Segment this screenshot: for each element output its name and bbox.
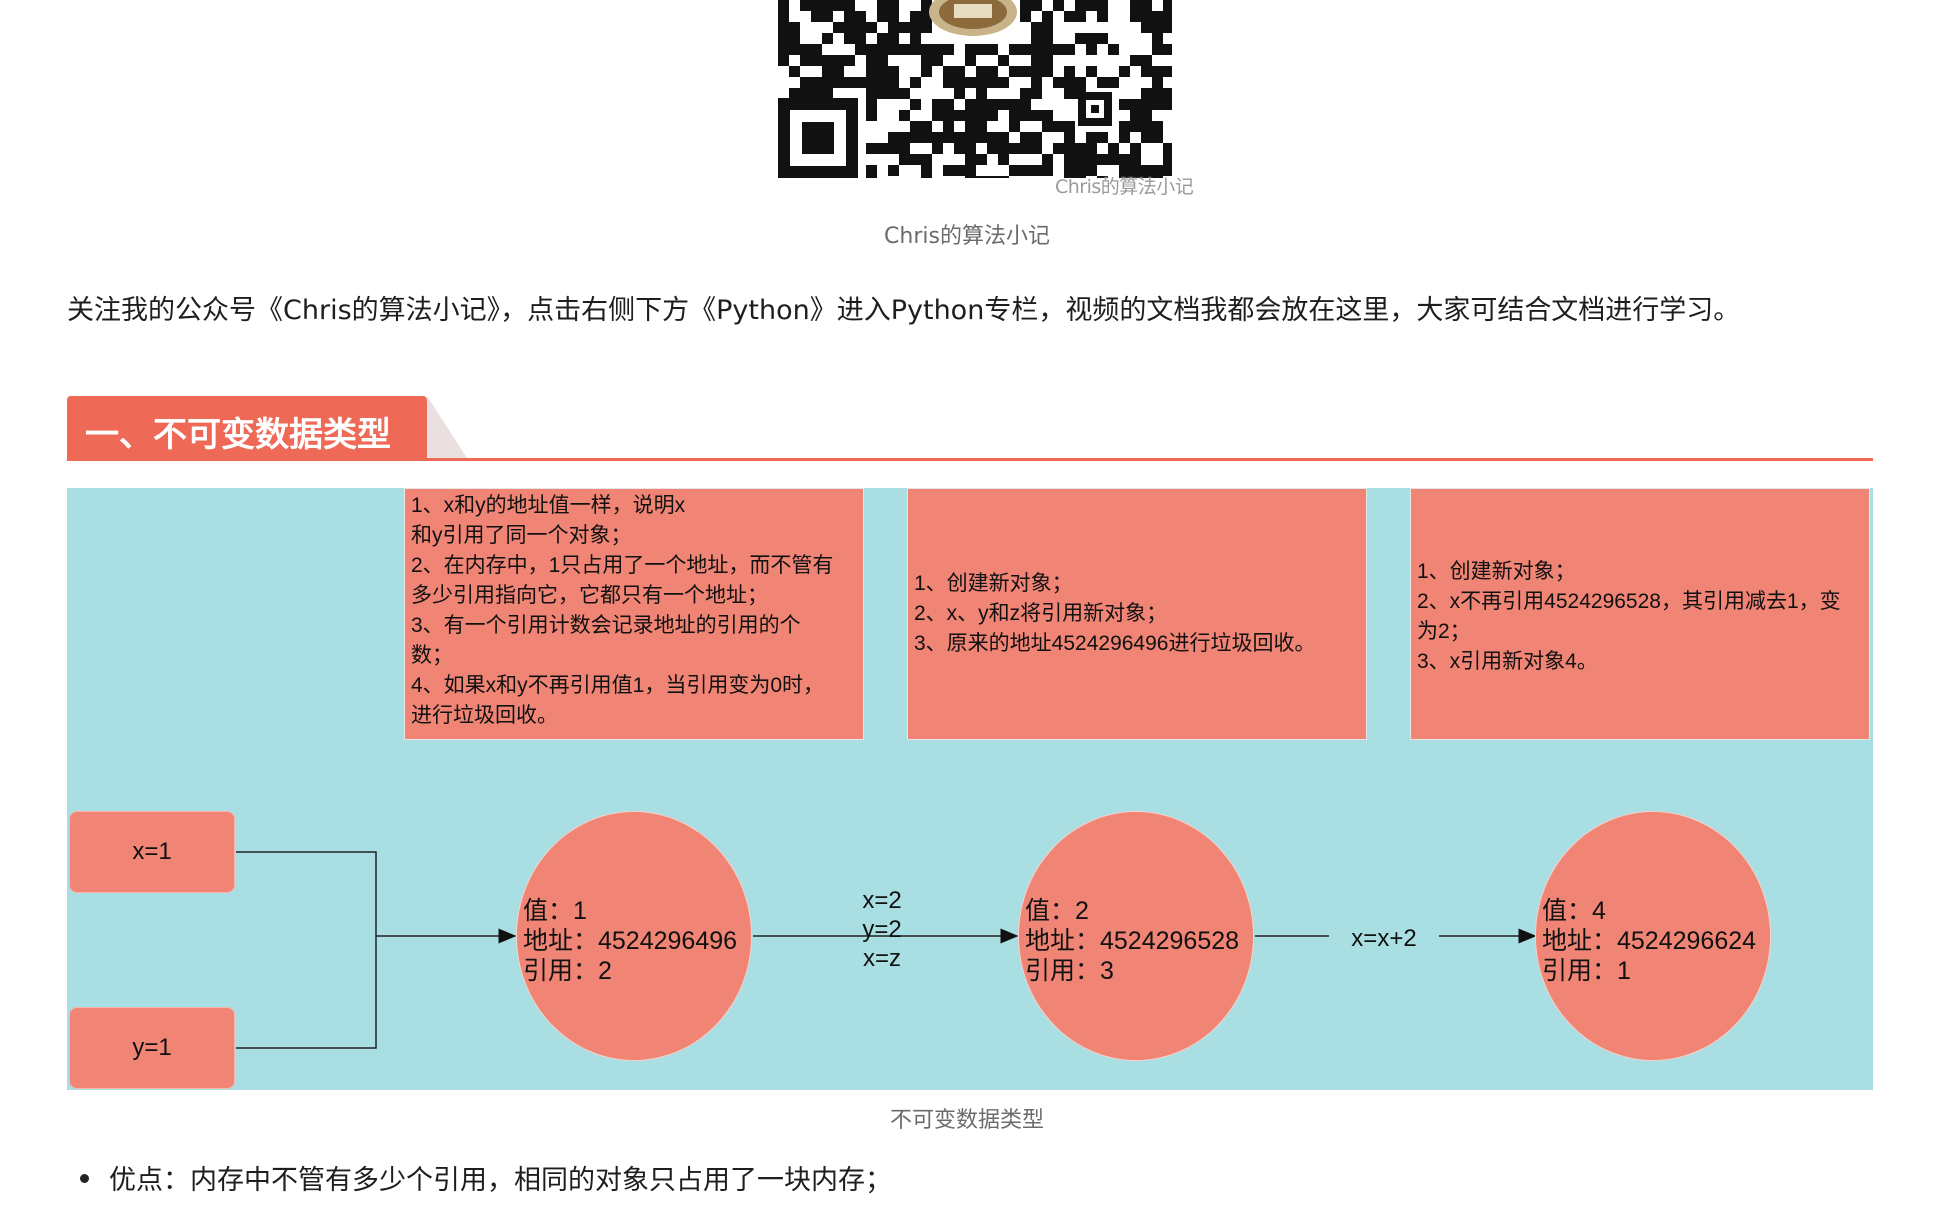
object-address: 地址：4524296528 <box>1025 927 1240 955</box>
intro-paragraph: 关注我的公众号《Chris的算法小记》，点击右侧下方《Python》进入Pyth… <box>67 295 1741 326</box>
note-line: 1、创建新对象； <box>1417 560 1576 583</box>
qr-caption: Chris的算法小记 <box>884 224 1050 249</box>
object-value: 值：2 <box>1025 897 1089 925</box>
bullet-dot-icon <box>80 1174 89 1183</box>
connector-y-to-obj1 <box>236 936 377 1049</box>
note-line: 3、有一个引用计数会记录地址的引用的个 <box>411 614 801 637</box>
note-line: 3、原来的地址4524296496进行垃圾回收。 <box>914 632 1316 655</box>
section-heading-tab: 一、不可变数据类型 <box>67 396 427 458</box>
object-refs: 引用：2 <box>523 957 612 985</box>
note-box: 1、创建新对象； 2、x、y和z将引用新对象； 3、原来的地址4524296496进… <box>907 488 1367 740</box>
edge-label-assign: x=2 y=2 x=z <box>827 886 937 973</box>
note-line: 2、在内存中，1只占用了一个地址，而不管有 <box>411 554 834 577</box>
note-line: 为2； <box>1417 620 1471 643</box>
edge-label-line: x=x+2 <box>1351 925 1417 952</box>
edge-label-line: x=z <box>862 945 901 972</box>
section-title: 一、不可变数据类型 <box>85 415 391 455</box>
note-box: 1、x和y的地址值一样，说明x 和y引用了同一个对象； 2、在内存中，1只占用了一个… <box>404 488 864 740</box>
note-line: 2、x、y和z将引用新对象； <box>914 602 1168 625</box>
note-line: 数； <box>411 644 453 667</box>
note-line: 3、x引用新对象4。 <box>1417 650 1598 673</box>
object-value: 值：4 <box>1542 897 1606 925</box>
object-address: 地址：4524296496 <box>523 927 738 955</box>
note-line: 1、x和y的地址值一样，说明x <box>411 494 686 517</box>
edge-label-line: x=2 <box>862 887 902 914</box>
qr-watermark: Chris的算法小记 <box>1055 176 1194 198</box>
section-heading: 一、不可变数据类型 <box>67 396 1873 462</box>
qr-code <box>778 0 1172 178</box>
note-line: 进行垃圾回收。 <box>411 704 558 727</box>
variable-box-y: y=1 <box>69 1007 235 1089</box>
list-item-text: 优点：内存中不管有多少个引用，相同的对象只占用了一块内存； <box>109 1165 892 1196</box>
object-refs: 引用：1 <box>1542 957 1631 985</box>
note-box: 1、创建新对象； 2、x不再引用4524296528，其引用减去1，变 为2； 3、x… <box>1410 488 1870 740</box>
object-circle: 值：1 地址：4524296496 引用：2 <box>516 811 752 1061</box>
note-line: 和y引用了同一个对象； <box>411 524 632 547</box>
edge-label-increment: x=x+2 <box>1329 924 1439 953</box>
object-circle: 值：4 地址：4524296624 引用：1 <box>1535 811 1771 1061</box>
variable-box-x: x=1 <box>69 811 235 893</box>
heading-fold-decoration <box>427 396 467 458</box>
note-line: 4、如果x和y不再引用值1，当引用变为0时， <box>411 674 825 697</box>
note-line: 2、x不再引用4524296528，其引用减去1，变 <box>1417 590 1841 613</box>
note-line: 多少引用指向它，它都只有一个地址； <box>411 584 768 607</box>
qr-logo-icon <box>929 0 1017 36</box>
object-address: 地址：4524296624 <box>1542 927 1757 955</box>
object-value: 值：1 <box>523 897 587 925</box>
edge-label-line: y=2 <box>862 916 902 943</box>
list-item: 优点：内存中不管有多少个引用，相同的对象只占用了一块内存； <box>80 1158 892 1197</box>
figure-caption: 不可变数据类型 <box>889 1108 1044 1133</box>
note-line: 1、创建新对象； <box>914 572 1073 595</box>
connector-x-to-obj1 <box>236 851 377 936</box>
object-refs: 引用：3 <box>1025 957 1114 985</box>
heading-underline <box>67 458 1873 461</box>
immutable-types-diagram: 1、x和y的地址值一样，说明x 和y引用了同一个对象； 2、在内存中，1只占用了一个… <box>67 488 1873 1090</box>
object-circle: 值：2 地址：4524296528 引用：3 <box>1018 811 1254 1061</box>
